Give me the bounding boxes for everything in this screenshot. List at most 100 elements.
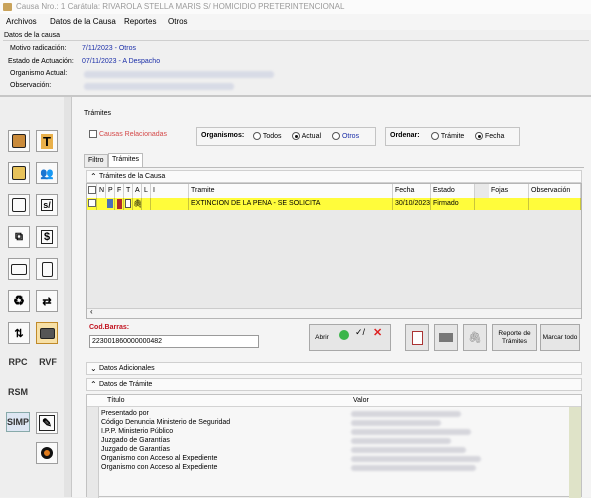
datos-row-ipp[interactable]: I.P.P. Ministerio Público (101, 427, 173, 436)
screen-icon (39, 327, 55, 339)
documents-button[interactable] (8, 194, 30, 216)
letter-t-icon: T (41, 133, 53, 149)
cell-fecha: 30/10/2023 (393, 198, 431, 210)
datos-row-juzgado-1[interactable]: Juzgado de Garantías (101, 436, 170, 445)
sj-icon: s/ (41, 199, 53, 211)
cut-icon: ⧉ (15, 230, 23, 243)
link-icon: ⇅ (14, 327, 24, 340)
eye-icon (41, 447, 53, 459)
reporte-tramites-button[interactable]: Reporte de Trámites (492, 324, 537, 351)
col-t: T (124, 184, 133, 198)
menu-reportes[interactable]: Reportes (124, 17, 156, 26)
radio-tramite[interactable]: Trámite (431, 132, 464, 140)
datos-row-presentado[interactable]: Presentado por (101, 409, 149, 418)
horizontal-scrollbar[interactable]: ‹ (87, 307, 581, 318)
datos-value-redacted (351, 420, 441, 426)
folder-button[interactable] (8, 258, 30, 280)
doc-icon (124, 198, 133, 210)
link-button[interactable]: ⇅ (8, 322, 30, 344)
motivo-value: 7/11/2023 - Otros (82, 45, 136, 52)
col-p: P (106, 184, 115, 198)
transfer-button[interactable]: ⇄ (36, 290, 58, 312)
cell-observacion (529, 198, 581, 210)
attach-button[interactable]: 🖇 (463, 324, 487, 351)
calculator-button[interactable] (8, 130, 30, 152)
persons-button[interactable]: 👥 (36, 162, 58, 184)
col-l: L (142, 184, 151, 198)
abrir-button[interactable]: Abrir (311, 327, 333, 348)
add-icon[interactable] (339, 330, 349, 340)
row-checkbox[interactable] (87, 198, 97, 210)
datos-row-codigo-denuncia[interactable]: Código Denuncia Ministerio de Seguridad (101, 418, 230, 427)
barcode-input[interactable]: 223001860000000482 (89, 335, 259, 348)
menu-datos-causa[interactable]: Datos de la Causa (50, 17, 116, 26)
tramites-section-header[interactable]: ⌃ Trámites de la Causa (86, 170, 582, 183)
menu-otros[interactable]: Otros (168, 17, 188, 26)
sj-button[interactable]: s/ (36, 194, 58, 216)
tramites-title: Trámites (84, 110, 111, 117)
datos-value-redacted (351, 438, 451, 444)
cell-fojas (489, 198, 529, 210)
marcar-todo-button[interactable]: Marcar todo (540, 324, 580, 351)
datos-row-organismo-2[interactable]: Organismo con Acceso al Expediente (101, 463, 217, 472)
pdf-icon (411, 330, 423, 345)
view-button[interactable] (36, 442, 58, 464)
refresh-button[interactable]: ♻ (8, 290, 30, 312)
tab-border (84, 167, 584, 168)
chevron-up-icon: ⌃ (90, 172, 97, 181)
datos-tramite-title: Datos de Trámite (99, 381, 153, 388)
simp-button[interactable]: SIMP (6, 412, 30, 432)
check-icon[interactable]: ✓/ (355, 327, 365, 338)
pencil-icon: ✎ (38, 415, 56, 431)
radio-todos[interactable]: Todos (253, 132, 282, 140)
documents-icon (12, 198, 26, 212)
signature-icon (115, 198, 124, 210)
print-button[interactable] (434, 324, 458, 351)
paperclip-icon: 🖇 (468, 331, 482, 344)
pdf-button[interactable] (405, 324, 429, 351)
radio-actual[interactable]: Actual (292, 132, 321, 140)
radio-fecha[interactable]: Fecha (475, 132, 504, 140)
col-n: N (97, 184, 106, 198)
page-button[interactable] (36, 258, 58, 280)
datos-row-organismo-1[interactable]: Organismo con Acceso al Expediente (101, 454, 217, 463)
rvf-button[interactable]: RVF (36, 352, 60, 372)
rpc-button[interactable]: RPC (6, 352, 30, 372)
table-row[interactable]: 🖇 EXTINCION DE LA PENA - SE SOLICITA 30/… (87, 198, 581, 210)
folder-icon (11, 263, 27, 275)
radio-otros[interactable]: Otros (332, 132, 359, 140)
datos-tramite-grid: Título Valor Presentado por Código Denun… (86, 394, 582, 498)
text-t-button[interactable]: T (36, 130, 58, 152)
tramites-section-title: Trámites de la Causa (99, 173, 166, 180)
vertical-scrollbar[interactable] (569, 407, 581, 498)
observacion-value-redacted (84, 83, 234, 90)
rsm-button[interactable]: RSM (6, 382, 30, 402)
tab-filtro[interactable]: Filtro (84, 154, 108, 167)
cut-button[interactable]: ⧉ (8, 226, 30, 248)
app-icon (3, 3, 12, 11)
causas-relacionadas-checkbox[interactable]: Causas Relacionadas (89, 130, 167, 138)
datos-row-juzgado-2[interactable]: Juzgado de Garantías (101, 445, 170, 454)
col-fecha: Fecha (393, 184, 431, 198)
col-observacion: Observación (529, 184, 581, 198)
select-all-checkbox[interactable] (87, 184, 97, 198)
tab-tramites[interactable]: Trámites (108, 153, 143, 167)
edit-button[interactable]: ✎ (36, 412, 58, 434)
gallery-button[interactable] (8, 162, 30, 184)
datos-value-redacted (351, 411, 461, 417)
screen-button[interactable] (36, 322, 58, 344)
printer-icon (439, 333, 453, 342)
delete-icon[interactable]: ✕ (373, 326, 382, 339)
money-button[interactable]: $ (36, 226, 58, 248)
datos-value-redacted (351, 429, 471, 435)
scroll-left-icon[interactable]: ‹ (90, 307, 93, 316)
datos-tramite-header[interactable]: ⌃ Datos de Trámite (86, 378, 582, 391)
datos-value-redacted (351, 465, 476, 471)
menu-archivos[interactable]: Archivos (6, 17, 37, 26)
ordenar-label: Ordenar: (390, 132, 420, 139)
splitter[interactable] (64, 97, 72, 497)
estado-label: Estado de Actuación: (8, 58, 74, 65)
datos-adicionales-header[interactable]: ⌄ Datos Adicionales (86, 362, 582, 375)
col-titulo: Título (107, 397, 125, 404)
calculator-icon (12, 134, 26, 148)
